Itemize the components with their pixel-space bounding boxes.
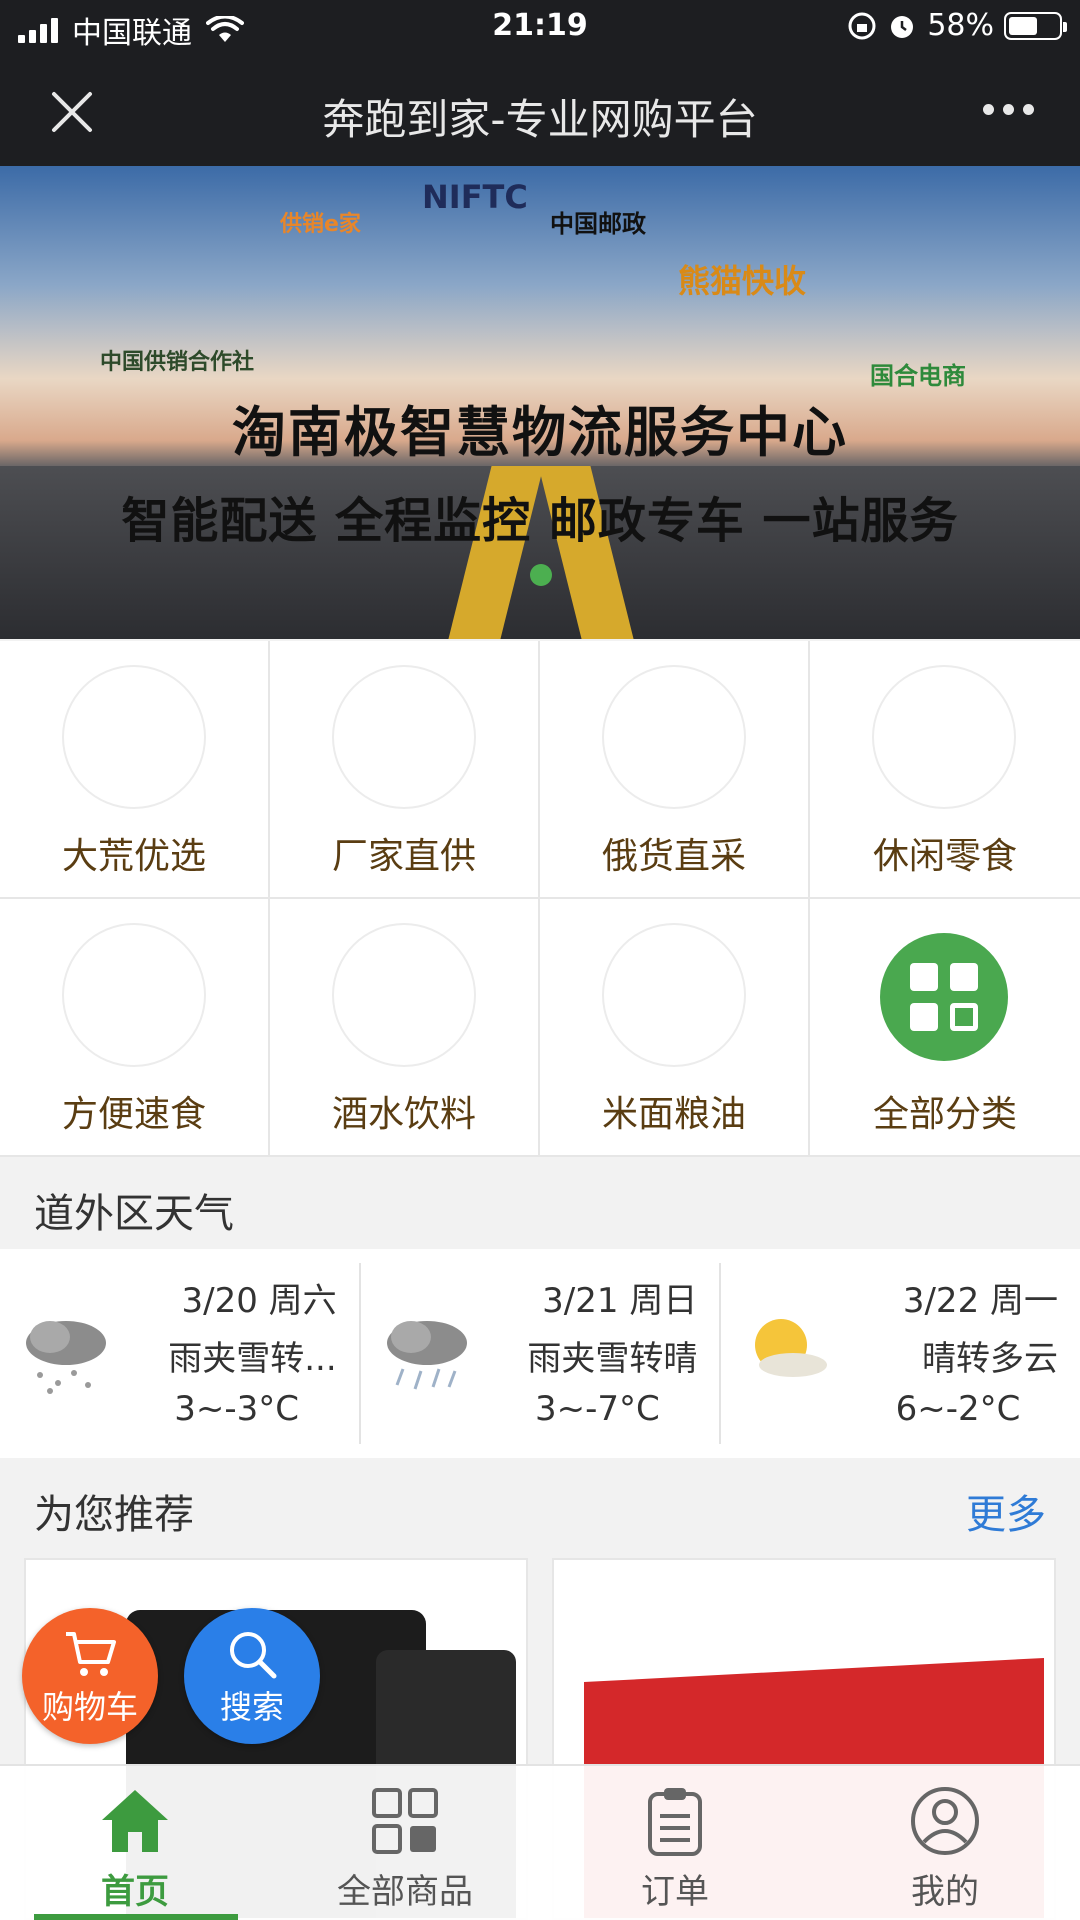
nav-label: 全部商品	[337, 1872, 473, 1912]
nav-home[interactable]: 首页	[0, 1766, 270, 1920]
category-rice-oil[interactable]: 米面粮油	[540, 899, 810, 1157]
more-link[interactable]: 更多	[966, 1482, 1046, 1540]
category-label: 俄货直采	[601, 836, 746, 877]
category-dahuang[interactable]: 大荒优选	[0, 641, 270, 899]
cart-label: 购物车	[41, 1688, 138, 1726]
logo-guohe: 国合电商	[870, 362, 966, 390]
carousel-indicator[interactable]	[530, 564, 552, 586]
search-icon	[230, 1632, 277, 1679]
nav-orders[interactable]: 订单	[540, 1766, 810, 1920]
weather-day: 3/21 周日 雨夹雪转晴 3~-7°C	[361, 1263, 722, 1444]
category-label: 休闲零食	[872, 836, 1017, 877]
grid-icon	[880, 933, 1008, 1061]
nav-label: 订单	[641, 1872, 709, 1912]
vegetables-image	[604, 667, 744, 807]
cart-button[interactable]: 购物车	[22, 1608, 158, 1744]
drinks-image	[334, 925, 474, 1065]
logo-china-post: 中国邮政	[550, 210, 646, 238]
category-label: 酒水饮料	[331, 1094, 476, 1135]
weather-desc: 雨夹雪转...	[168, 1339, 337, 1379]
category-label: 方便速食	[61, 1094, 206, 1135]
logo-panda-express: 熊猫快收	[678, 262, 807, 300]
weather-desc: 晴转多云	[922, 1339, 1059, 1379]
nav-label: 我的	[911, 1872, 979, 1912]
weather-forecast: 3/20 周六 雨夹雪转... 3~-3°C 3/21 周日 雨夹雪转晴 3~-…	[0, 1249, 1080, 1458]
category-instant-food[interactable]: 方便速食	[0, 899, 270, 1157]
category-russian-goods[interactable]: 俄货直采	[540, 641, 810, 899]
category-label: 全部分类	[872, 1094, 1017, 1135]
weather-date: 3/22 周一	[902, 1281, 1059, 1321]
category-all[interactable]: 全部分类	[810, 899, 1080, 1157]
weather-temp: 6~-2°C	[895, 1389, 1021, 1429]
snacks-image	[874, 667, 1014, 807]
rotation-lock-icon	[848, 12, 876, 39]
category-label: 大荒优选	[61, 836, 206, 877]
weather-title: 道外区天气	[34, 1191, 234, 1237]
nav-all-products[interactable]: 全部商品	[270, 1766, 540, 1920]
weather-date: 3/21 周日	[542, 1281, 698, 1321]
search-button[interactable]: 搜索	[184, 1608, 320, 1744]
battery-icon	[1004, 11, 1067, 40]
weather-day: 3/20 周六 雨夹雪转... 3~-3°C	[0, 1263, 361, 1444]
category-label: 米面粮油	[601, 1094, 746, 1135]
vegetables-image	[604, 925, 744, 1065]
alarm-icon	[891, 15, 914, 38]
category-factory-direct[interactable]: 厂家直供	[270, 641, 540, 899]
grid-icon	[372, 1788, 438, 1854]
snow-cloud-icon	[26, 1321, 106, 1394]
weather-temp: 3~-3°C	[174, 1389, 300, 1429]
sun-cloud-icon	[755, 1319, 828, 1377]
recommend-header: 为您推荐 更多	[0, 1460, 1080, 1550]
vegetables-image	[64, 925, 204, 1065]
banner-subline: 智能配送 全程监控 邮政专车 一站服务	[121, 493, 959, 549]
category-drinks[interactable]: 酒水饮料	[270, 899, 540, 1157]
page-title: 奔跑到家-专业网购平台	[322, 95, 758, 144]
nav-label: 首页	[101, 1872, 169, 1912]
sleet-cloud-icon	[386, 1321, 467, 1390]
title-bar: 奔跑到家-专业网购平台	[0, 58, 1080, 166]
category-grid: 大荒优选 厂家直供 俄货直采 休闲零食 方便速食 酒水饮料 米面粮油 全部分类	[0, 641, 1080, 1157]
logo-niftc: NIFTC	[422, 178, 528, 216]
clipboard-icon	[648, 1788, 702, 1856]
promo-banner[interactable]: 供销e家 NIFTC 中国邮政 熊猫快收 中国供销合作社 国合电商 淘南极智慧物…	[0, 166, 1080, 639]
battery-percent: 58%	[927, 8, 994, 43]
search-label: 搜索	[219, 1688, 284, 1726]
home-icon	[102, 1790, 168, 1852]
more-options-icon[interactable]	[983, 104, 1034, 115]
logo-gongxiao: 供销e家	[280, 212, 361, 237]
bottom-nav: 首页 全部商品 订单 我的	[0, 1764, 1080, 1920]
category-label: 厂家直供	[331, 836, 476, 877]
groceries-image	[334, 667, 474, 807]
weather-header: 道外区天气	[0, 1159, 1080, 1249]
weather-day: 3/22 周一 晴转多云 6~-2°C	[721, 1263, 1080, 1444]
weather-temp: 3~-7°C	[534, 1389, 660, 1429]
logo-coop: 中国供销合作社	[100, 350, 255, 375]
cart-icon	[66, 1632, 116, 1676]
weather-desc: 雨夹雪转晴	[527, 1339, 698, 1379]
banner-headline: 淘南极智慧物流服务中心	[232, 401, 848, 464]
vegetables-image	[64, 667, 204, 807]
category-snacks[interactable]: 休闲零食	[810, 641, 1080, 899]
user-icon	[911, 1787, 979, 1855]
status-bar: 中国联通 21:19 58%	[0, 0, 1080, 58]
nav-profile[interactable]: 我的	[810, 1766, 1080, 1920]
recommend-title: 为您推荐	[34, 1492, 194, 1538]
weather-date: 3/20 周六	[181, 1281, 337, 1321]
